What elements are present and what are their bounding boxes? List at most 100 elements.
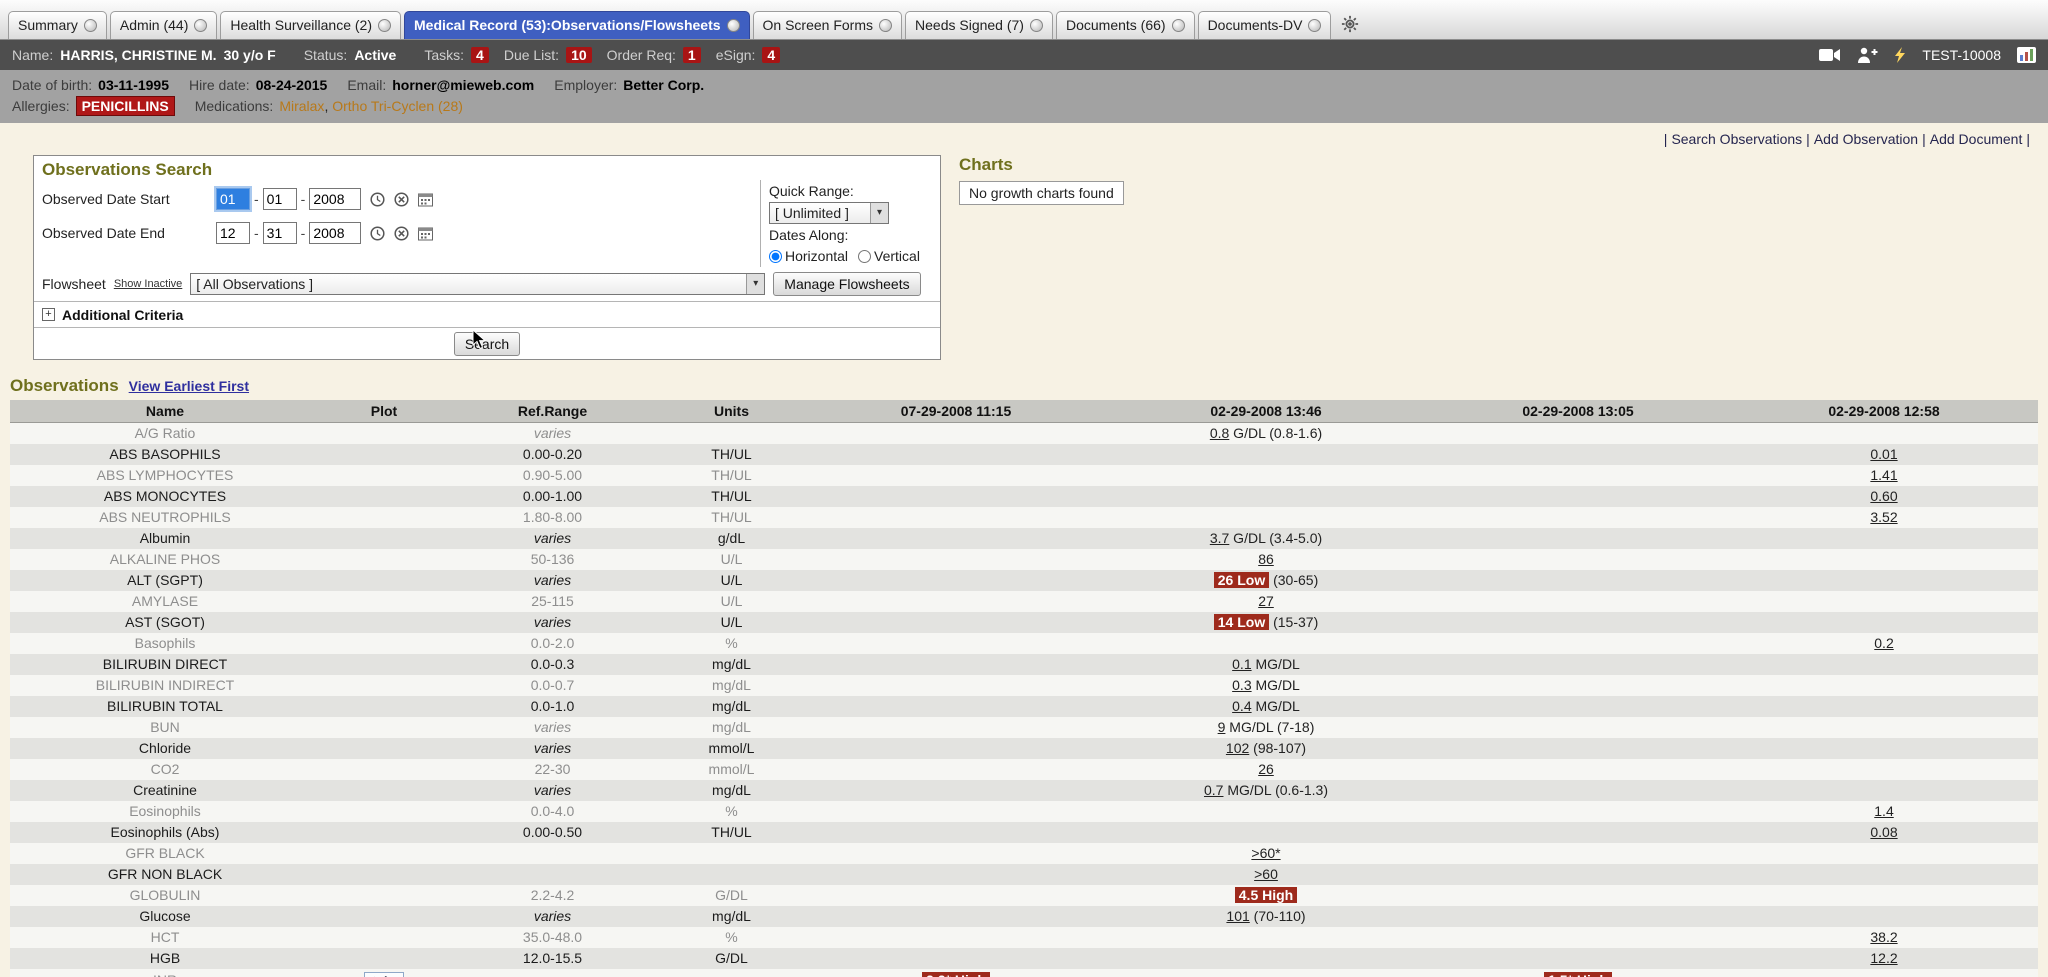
observation-value-cell bbox=[1730, 612, 2038, 633]
dates-along-horizontal-radio[interactable]: Horizontal bbox=[769, 248, 848, 264]
calendar-icon[interactable] bbox=[418, 192, 433, 207]
show-inactive-link[interactable]: Show Inactive bbox=[114, 278, 182, 290]
observation-value-link[interactable]: 26 bbox=[1258, 761, 1274, 777]
tab-health-surveillance-2[interactable]: Health Surveillance (2) bbox=[220, 11, 401, 39]
date-end-month-input[interactable] bbox=[216, 222, 250, 244]
tab-popout-icon[interactable] bbox=[1308, 19, 1321, 32]
additional-criteria-label: Additional Criteria bbox=[62, 307, 183, 323]
clear-date-icon[interactable] bbox=[394, 192, 409, 207]
tab-popout-icon[interactable] bbox=[84, 19, 97, 32]
observation-value-cell bbox=[806, 927, 1106, 948]
table-header-row: NamePlotRef.RangeUnits07-29-2008 11:1502… bbox=[10, 400, 2038, 423]
clock-icon[interactable] bbox=[370, 192, 385, 207]
observation-value-link[interactable]: 0.2 bbox=[1874, 635, 1893, 651]
observation-value-link[interactable]: 0.01 bbox=[1870, 446, 1897, 462]
allergy-badge[interactable]: PENICILLINS bbox=[76, 96, 175, 116]
calendar-icon[interactable] bbox=[418, 226, 433, 241]
observation-value-link[interactable]: 0.3 bbox=[1232, 677, 1251, 693]
tab-popout-icon[interactable] bbox=[1172, 19, 1185, 32]
abnormal-value-badge[interactable]: 26 Low bbox=[1214, 572, 1269, 588]
tasks-count-badge[interactable]: 4 bbox=[471, 47, 489, 63]
abnormal-value-badge[interactable]: 2.2* High bbox=[922, 972, 990, 977]
tab-admin-44[interactable]: Admin (44) bbox=[110, 11, 217, 39]
medication-link[interactable]: Miralax bbox=[279, 98, 324, 114]
observation-value-link[interactable]: 0.1 bbox=[1232, 656, 1251, 672]
tab-popout-icon[interactable] bbox=[727, 19, 740, 32]
observation-value-link[interactable]: 0.7 bbox=[1204, 782, 1223, 798]
observation-value-link[interactable]: 101 bbox=[1226, 908, 1249, 924]
esign-count-badge[interactable]: 4 bbox=[762, 47, 780, 63]
observation-value-link[interactable]: 38.2 bbox=[1870, 929, 1897, 945]
observation-value-link[interactable]: 0.8 bbox=[1210, 425, 1229, 441]
dob-label: Date of birth: bbox=[12, 76, 92, 94]
units: mg/dL bbox=[657, 675, 806, 696]
observation-value-link[interactable]: 1.4 bbox=[1874, 803, 1893, 819]
video-camera-icon[interactable] bbox=[1819, 48, 1841, 62]
expand-plus-icon[interactable]: + bbox=[42, 308, 55, 321]
tab-popout-icon[interactable] bbox=[378, 19, 391, 32]
observation-value-link[interactable]: >60* bbox=[1251, 845, 1280, 861]
bar-chart-icon[interactable] bbox=[2017, 47, 2036, 63]
view-earliest-first-link[interactable]: View Earliest First bbox=[129, 378, 249, 394]
search-button[interactable]: Search bbox=[454, 332, 520, 356]
observation-value-link[interactable]: 86 bbox=[1258, 551, 1274, 567]
add-person-icon[interactable] bbox=[1857, 47, 1878, 63]
tab-on-screen-forms[interactable]: On Screen Forms bbox=[753, 11, 902, 39]
table-row: ALT (SGPT)variesU/L26 Low (30-65) bbox=[10, 570, 2038, 591]
dates-along-vertical-radio[interactable]: Vertical bbox=[858, 248, 920, 264]
lightning-icon[interactable] bbox=[1894, 47, 1906, 63]
observation-value-link[interactable]: 0.4 bbox=[1232, 698, 1251, 714]
tab-documents-66[interactable]: Documents (66) bbox=[1056, 11, 1195, 39]
clear-date-icon[interactable] bbox=[394, 226, 409, 241]
table-row: HGB12.0-15.5G/DL12.2 bbox=[10, 948, 2038, 969]
observation-value-link[interactable]: 3.7 bbox=[1210, 530, 1229, 546]
table-row: INR2.2* High1.5* High bbox=[10, 969, 2038, 977]
tab-summary[interactable]: Summary bbox=[8, 11, 107, 39]
observation-value-cell bbox=[806, 633, 1106, 654]
date-start-year-input[interactable] bbox=[309, 188, 361, 210]
date-end-day-input[interactable] bbox=[263, 222, 297, 244]
plot-cell bbox=[320, 612, 448, 633]
tab-documents-dv[interactable]: Documents-DV bbox=[1198, 11, 1332, 39]
table-row: ABS MONOCYTES0.00-1.00TH/UL0.60 bbox=[10, 486, 2038, 507]
tab-popout-icon[interactable] bbox=[879, 19, 892, 32]
abnormal-value-badge[interactable]: 4.5 High bbox=[1235, 887, 1297, 903]
medication-link[interactable]: Ortho Tri-Cyclen (28) bbox=[332, 98, 463, 114]
tab-medical-record-53-observations-flowsheets[interactable]: Medical Record (53):Observations/Flowshe… bbox=[404, 11, 750, 39]
clock-icon[interactable] bbox=[370, 226, 385, 241]
tab-needs-signed-7[interactable]: Needs Signed (7) bbox=[905, 11, 1053, 39]
observation-value-cell bbox=[1730, 675, 2038, 696]
date-start-month-input[interactable] bbox=[216, 188, 250, 210]
settings-gear-icon[interactable] bbox=[1341, 15, 1359, 33]
date-end-year-input[interactable] bbox=[309, 222, 361, 244]
manage-flowsheets-button[interactable]: Manage Flowsheets bbox=[773, 272, 920, 296]
observation-value-link[interactable]: 0.08 bbox=[1870, 824, 1897, 840]
due-list-count-badge[interactable]: 10 bbox=[566, 47, 592, 63]
observation-value-link[interactable]: 102 bbox=[1226, 740, 1249, 756]
observation-name: Glucose bbox=[10, 906, 320, 927]
inr-sparkline-plot[interactable] bbox=[364, 972, 404, 977]
observation-value-link[interactable]: 3.52 bbox=[1870, 509, 1897, 525]
observation-value-link[interactable]: 12.2 bbox=[1870, 950, 1897, 966]
observation-value-link[interactable]: >60 bbox=[1254, 866, 1278, 882]
add-observation-link[interactable]: Add Observation bbox=[1814, 131, 1918, 147]
plot-cell bbox=[320, 759, 448, 780]
observation-value-cell bbox=[1426, 570, 1730, 591]
search-observations-link[interactable]: Search Observations bbox=[1671, 131, 1802, 147]
observation-name: BILIRUBIN TOTAL bbox=[10, 696, 320, 717]
observation-value-link[interactable]: 27 bbox=[1258, 593, 1274, 609]
tab-popout-icon[interactable] bbox=[194, 19, 207, 32]
quick-range-select[interactable]: [ Unlimited ] ▾ bbox=[769, 202, 889, 224]
date-start-day-input[interactable] bbox=[263, 188, 297, 210]
observation-value-link[interactable]: 1.41 bbox=[1870, 467, 1897, 483]
observation-value-cell bbox=[1730, 570, 2038, 591]
observation-value-link[interactable]: 0.60 bbox=[1870, 488, 1897, 504]
flowsheet-select[interactable]: [ All Observations ] ▾ bbox=[190, 273, 765, 295]
order-req-count-badge[interactable]: 1 bbox=[683, 47, 701, 63]
add-document-link[interactable]: Add Document bbox=[1930, 131, 2023, 147]
date-end-label: Observed Date End bbox=[42, 225, 212, 241]
abnormal-value-badge[interactable]: 1.5* High bbox=[1544, 972, 1612, 977]
tab-popout-icon[interactable] bbox=[1030, 19, 1043, 32]
abnormal-value-badge[interactable]: 14 Low bbox=[1214, 614, 1269, 630]
tab-label: Medical Record (53):Observations/Flowshe… bbox=[414, 17, 721, 33]
